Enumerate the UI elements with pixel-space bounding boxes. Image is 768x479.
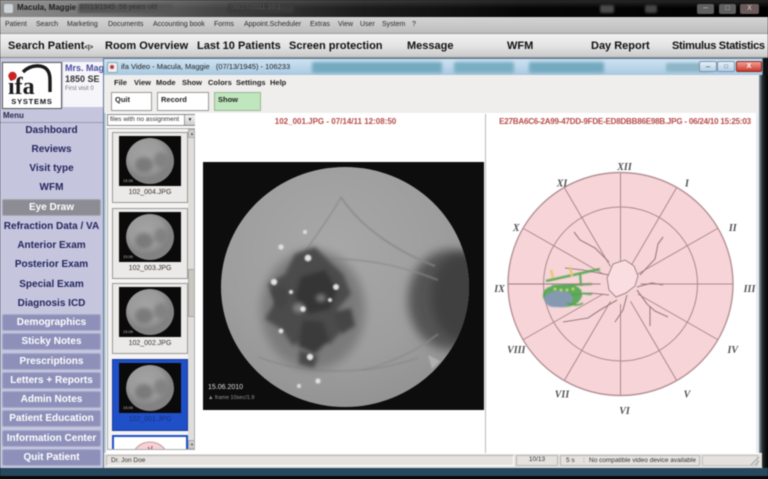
svg-text:X: X <box>512 223 520 234</box>
svg-text:15.06: 15.06 <box>123 178 134 183</box>
svg-text:I: I <box>684 178 690 189</box>
svg-text:15.06: 15.06 <box>123 254 134 259</box>
svg-text:15.06: 15.06 <box>123 329 134 334</box>
svg-text:XI: XI <box>556 178 569 189</box>
svg-text:VI: VI <box>619 406 631 417</box>
svg-text:VII: VII <box>555 390 571 401</box>
svg-text:III: III <box>743 284 757 295</box>
svg-text:SYSTEMS: SYSTEMS <box>11 97 52 106</box>
svg-text:▲ frame 10sec/1.9: ▲ frame 10sec/1.9 <box>208 395 254 401</box>
svg-text:II: II <box>728 223 738 234</box>
svg-text:15.06.2010: 15.06.2010 <box>208 384 243 391</box>
svg-text:15.06: 15.06 <box>123 405 134 410</box>
svg-text:IV: IV <box>726 345 739 356</box>
svg-text:VIII: VIII <box>507 345 526 356</box>
svg-text:V: V <box>684 390 692 401</box>
svg-text:XII: XII <box>616 162 633 173</box>
svg-text:IX: IX <box>493 284 505 295</box>
